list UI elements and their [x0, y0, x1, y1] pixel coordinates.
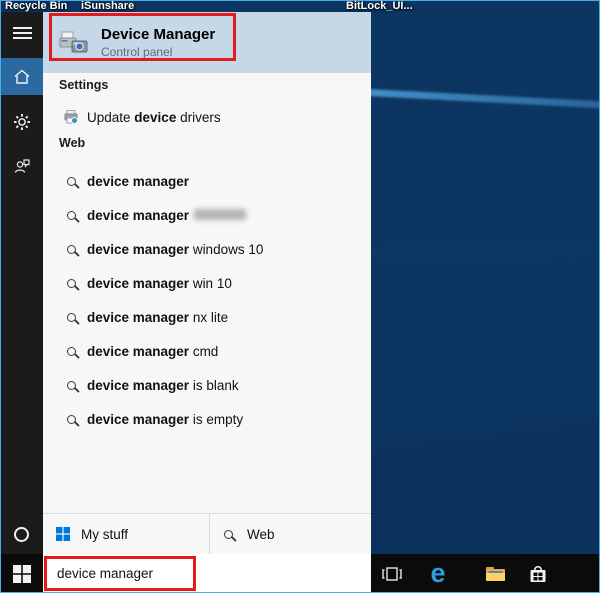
search-scope-footer: My stuff Web: [43, 513, 371, 554]
person-feedback-icon: [12, 156, 32, 176]
top-result-device-manager[interactable]: Device Manager Control panel: [43, 12, 371, 73]
edge-icon: e: [430, 560, 445, 587]
edge-browser-button[interactable]: e: [421, 554, 455, 593]
web-suggestion-7[interactable]: device manager is blank: [43, 370, 371, 400]
search-panel-sidebar: [1, 12, 43, 554]
web-suggestion-6[interactable]: device manager cmd: [43, 336, 371, 366]
web-suggestion-4[interactable]: device manager win 10: [43, 268, 371, 298]
search-icon: [67, 279, 76, 288]
search-icon: [67, 313, 76, 322]
search-icon: [67, 415, 76, 424]
search-icon: [67, 381, 76, 390]
taskbar-search-input[interactable]: [43, 554, 371, 593]
web-suggestion-1[interactable]: device manager: [43, 166, 371, 196]
windows-flag-icon: [56, 527, 70, 541]
search-icon: [67, 245, 76, 254]
file-explorer-icon: [485, 565, 506, 582]
printer-driver-icon: [63, 109, 79, 125]
task-view-icon: [381, 565, 403, 583]
search-icon: [224, 530, 233, 539]
start-button[interactable]: [1, 554, 43, 593]
hamburger-icon: [13, 24, 32, 42]
settings-section-header: Settings: [59, 78, 108, 94]
windows-store-button[interactable]: [521, 554, 555, 593]
web-button[interactable]: Web: [209, 514, 371, 554]
web-suggestion-2[interactable]: device manager: [43, 200, 371, 230]
top-result-title: Device Manager: [101, 26, 215, 43]
sidebar-item-feedback[interactable]: [1, 147, 43, 184]
top-result-subtitle: Control panel: [101, 45, 215, 59]
web-suggestion-3[interactable]: device manager windows 10: [43, 234, 371, 264]
web-suggestion-5[interactable]: device manager nx lite: [43, 302, 371, 332]
cortana-ring-icon[interactable]: [14, 527, 29, 542]
windows-store-icon: [528, 564, 548, 584]
file-explorer-button[interactable]: [478, 554, 512, 593]
sidebar-item-settings[interactable]: [1, 103, 43, 140]
web-section-header: Web: [59, 136, 85, 152]
gear-icon: [12, 112, 32, 132]
desktop-icon-bitlock[interactable]: BitLock_UI...: [346, 1, 413, 12]
desktop-icon-isunshare[interactable]: iSunshare: [81, 1, 134, 12]
taskbar: e: [1, 554, 600, 593]
search-results-panel: Device Manager Control panel Settings Up…: [43, 12, 371, 554]
search-icon: [67, 347, 76, 356]
web-suggestion-8[interactable]: device manager is empty: [43, 404, 371, 434]
sidebar-item-home[interactable]: [1, 58, 43, 95]
task-view-button[interactable]: [375, 554, 409, 593]
settings-result-update-device-drivers[interactable]: Update device drivers: [43, 102, 371, 132]
search-icon: [67, 211, 76, 220]
search-icon: [67, 177, 76, 186]
desktop-icon-recycle-bin[interactable]: Recycle Bin: [5, 1, 67, 12]
device-manager-icon: [59, 29, 89, 57]
my-stuff-button[interactable]: My stuff: [43, 514, 209, 554]
blurred-text: [194, 209, 246, 220]
menu-button[interactable]: [1, 14, 43, 51]
home-icon: [12, 67, 32, 87]
windows-desktop: Recycle Bin iSunshare BitLock_UI...: [0, 0, 600, 593]
windows-start-icon: [13, 565, 31, 583]
